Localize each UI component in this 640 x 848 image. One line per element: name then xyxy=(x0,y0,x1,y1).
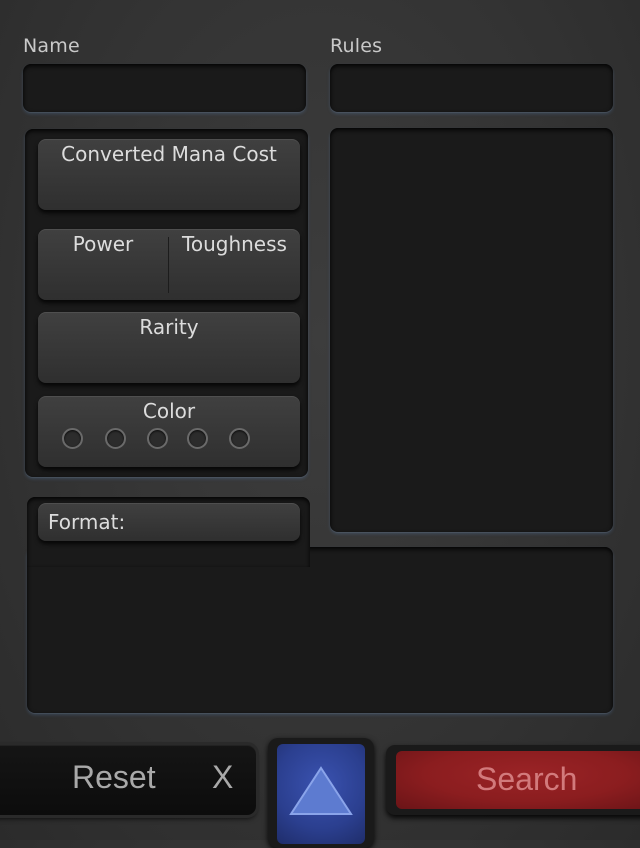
power-button[interactable]: Power xyxy=(38,229,168,300)
power-label: Power xyxy=(72,232,134,256)
toggle-panel-button[interactable] xyxy=(268,738,374,848)
clear-x-button[interactable]: X xyxy=(212,759,233,796)
toughness-button[interactable]: Toughness xyxy=(169,229,300,300)
search-button[interactable]: Search xyxy=(386,745,640,815)
format-list-panel xyxy=(27,547,613,713)
color-label: Color xyxy=(142,399,196,423)
color-dot-green[interactable] xyxy=(229,428,250,449)
color-dot-red[interactable] xyxy=(187,428,208,449)
power-toughness-filter: Power Toughness xyxy=(38,229,300,300)
name-input[interactable] xyxy=(23,64,306,112)
triangle-up-icon xyxy=(289,766,353,815)
name-label: Name xyxy=(23,35,80,57)
rules-input[interactable] xyxy=(330,64,613,112)
toggle-button-face xyxy=(277,744,365,844)
cmc-filter-button[interactable]: Converted Mana Cost xyxy=(38,139,300,210)
rules-label: Rules xyxy=(330,35,383,57)
rules-results-panel xyxy=(330,128,613,532)
rarity-label: Rarity xyxy=(139,315,199,339)
reset-button[interactable]: Reset X xyxy=(0,745,256,815)
search-label: Search xyxy=(476,761,578,797)
format-label: Format: xyxy=(48,510,126,534)
color-filter: Color xyxy=(38,396,300,467)
reset-label: Reset xyxy=(72,759,156,795)
search-button-face: Search xyxy=(396,751,640,809)
cmc-label: Converted Mana Cost xyxy=(61,142,277,166)
format-selector[interactable]: Format: xyxy=(38,503,300,541)
color-dot-white[interactable] xyxy=(62,428,83,449)
color-dot-blue[interactable] xyxy=(105,428,126,449)
toughness-label: Toughness xyxy=(182,232,287,256)
rarity-filter-button[interactable]: Rarity xyxy=(38,312,300,383)
color-dot-black[interactable] xyxy=(147,428,168,449)
